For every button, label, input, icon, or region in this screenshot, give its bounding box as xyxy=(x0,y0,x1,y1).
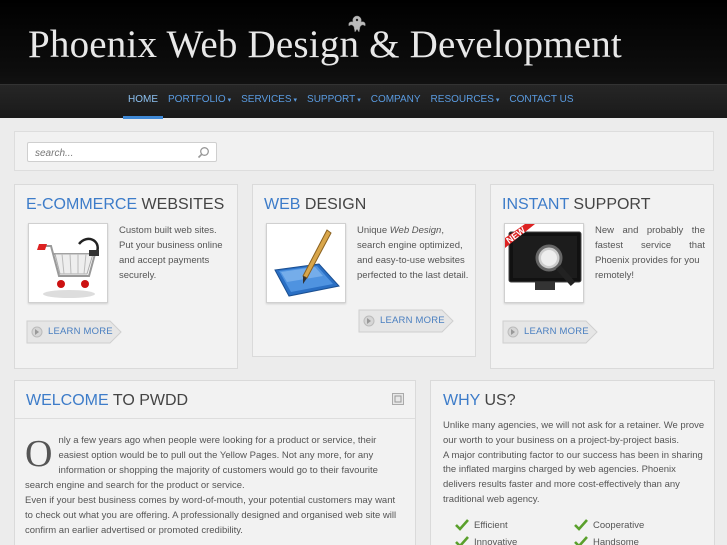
feature-web-design: WEB DESIGN Unique Web Design, search eng… xyxy=(252,184,476,357)
welcome-header: WELCOME TO PWDD xyxy=(15,381,415,419)
welcome-body: Only a few years ago when people were lo… xyxy=(25,433,405,538)
pen-tablet-icon xyxy=(274,229,340,297)
feature-thumbnail xyxy=(28,223,108,303)
title-rest: DESIGN xyxy=(300,196,367,213)
feature-ecommerce: E-COMMERCE WEBSITES Custom built web sit… xyxy=(14,184,238,369)
title-highlight: E-COMMERCE xyxy=(26,196,138,213)
benefit-label: Handsome xyxy=(593,537,639,545)
benefit-label: Cooperative xyxy=(593,520,645,531)
nav-label: CONTACT US xyxy=(509,94,574,105)
nav-label: SUPPORT xyxy=(307,94,356,105)
text-line: Put your business online xyxy=(119,240,223,251)
caret-down-icon: ▾ xyxy=(357,97,361,104)
text-line: and accept payments xyxy=(119,255,210,266)
title-rest: SUPPORT xyxy=(568,196,651,213)
learn-more-button[interactable]: LEARN MORE xyxy=(502,320,598,344)
text-line: Custom built web sites. xyxy=(119,225,217,236)
nav-contact-us[interactable]: CONTACT US xyxy=(504,85,578,119)
text-line: New and probably the xyxy=(595,225,705,236)
benefit-label: Efficient xyxy=(474,520,508,531)
button-label: LEARN MORE xyxy=(524,326,589,337)
caret-down-icon: ▾ xyxy=(495,97,500,104)
paragraph-text: nly a few years ago when people were loo… xyxy=(25,435,378,491)
feature-title: E-COMMERCE WEBSITES xyxy=(26,196,224,214)
text-line: Unique Web Design, xyxy=(357,223,472,238)
nav-company[interactable]: COMPANY xyxy=(366,85,426,119)
check-icon xyxy=(455,536,469,545)
feature-title: WEB DESIGN xyxy=(264,196,366,214)
nav-label: PORTFOLIO xyxy=(168,94,226,105)
text-suffix: , xyxy=(441,225,444,236)
check-icon xyxy=(574,536,588,545)
why-body: Unlike many agencies, we will not ask fo… xyxy=(443,419,705,508)
welcome-section: WELCOME TO PWDD Only a few years ago whe… xyxy=(14,380,416,545)
check-icon xyxy=(455,519,469,531)
feature-description: Custom built web sites. Put your busines… xyxy=(119,223,231,283)
text-prefix: Unique xyxy=(357,225,390,236)
learn-more-button[interactable]: LEARN MORE xyxy=(26,320,122,344)
why-paragraph-2: A major contributing factor to our succe… xyxy=(443,449,703,505)
phoenix-logo-icon xyxy=(348,15,366,33)
nav-resources[interactable]: RESOURCES ▾ xyxy=(426,85,505,119)
nav-support[interactable]: SUPPORT ▾ xyxy=(302,85,366,119)
search-input[interactable] xyxy=(28,144,188,163)
text-line: and easy-to-use websites xyxy=(357,255,465,266)
button-label: LEARN MORE xyxy=(48,326,113,337)
learn-more-button[interactable]: LEARN MORE xyxy=(358,309,454,333)
nav-services[interactable]: SERVICES ▾ xyxy=(236,85,302,119)
search-bar-area xyxy=(14,131,714,171)
title-rest: TO PWDD xyxy=(108,392,189,409)
nav-label: RESOURCES xyxy=(430,94,494,105)
main-nav: HOME PORTFOLIO ▾ SERVICES ▾ SUPPORT ▾ COMPA… xyxy=(0,84,727,119)
site-header: Phoenix Web Design & Development HOME PO… xyxy=(0,0,727,119)
nav-label: HOME xyxy=(128,94,158,105)
title-rest: WEBSITES xyxy=(137,196,225,213)
title-highlight: WELCOME xyxy=(26,392,109,409)
nav-label: COMPANY xyxy=(370,94,421,105)
welcome-title: WELCOME TO PWDD xyxy=(26,392,188,410)
feature-description: Unique Web Design, search engine optimiz… xyxy=(357,223,472,283)
text-line: perfected to the last detail. xyxy=(357,270,469,281)
text-emphasis: Web Design xyxy=(389,225,442,236)
search-icon[interactable] xyxy=(197,146,210,159)
title-highlight: WEB xyxy=(264,196,301,213)
why-title: WHY US? xyxy=(443,392,516,410)
title-highlight: WHY xyxy=(443,392,481,409)
nav-home[interactable]: HOME xyxy=(123,85,163,119)
why-paragraph-1: Unlike many agencies, we will not ask fo… xyxy=(443,420,705,446)
feature-thumbnail xyxy=(266,223,346,303)
nav-portfolio[interactable]: PORTFOLIO ▾ xyxy=(163,85,236,119)
feature-title: INSTANT SUPPORT xyxy=(502,196,650,214)
welcome-paragraph-2: Even if your best business comes by word… xyxy=(25,495,397,536)
monitor-magnifier-icon: NEW xyxy=(505,224,582,290)
text-line: search engine optimized, xyxy=(357,240,463,251)
shopping-cart-icon xyxy=(37,237,99,298)
title-highlight: INSTANT xyxy=(502,196,569,213)
text-line: remotely! xyxy=(595,270,635,281)
feature-thumbnail: NEW xyxy=(504,223,584,303)
welcome-paragraph-1: Only a few years ago when people were lo… xyxy=(25,433,405,493)
title-rest: US? xyxy=(480,392,516,409)
text-line: fastest service that xyxy=(595,240,705,251)
search-box xyxy=(27,142,217,163)
site-title[interactable]: Phoenix Web Design & Development xyxy=(28,22,622,67)
minimize-icon[interactable] xyxy=(392,393,404,405)
feature-instant-support: INSTANT SUPPORT NEW New and probably the… xyxy=(490,184,714,369)
check-icon xyxy=(574,519,588,531)
nav-label: SERVICES xyxy=(241,94,292,105)
drop-cap: O xyxy=(25,433,53,475)
caret-down-icon: ▾ xyxy=(293,97,298,104)
button-label: LEARN MORE xyxy=(380,315,445,326)
feature-description: New and probably the fastest service tha… xyxy=(595,223,705,283)
text-line: Phoenix provides for you xyxy=(595,255,700,266)
caret-down-icon: ▾ xyxy=(227,97,232,104)
why-us-section: WHY US? Unlike many agencies, we will no… xyxy=(430,380,715,545)
text-line: securely. xyxy=(119,270,157,281)
benefit-label: Innovative xyxy=(474,537,518,545)
